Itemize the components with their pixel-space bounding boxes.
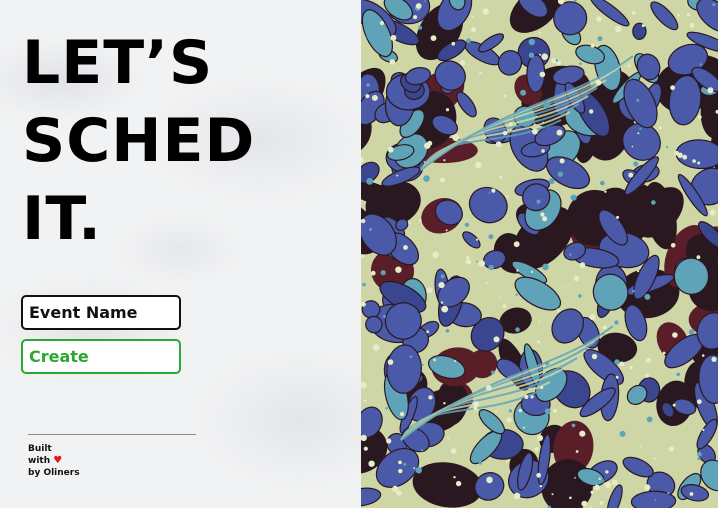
- footer-divider: [28, 434, 196, 435]
- left-panel: LET’S SCHED IT. Create Built with ♥ by O…: [0, 0, 361, 508]
- footer-with-text: with: [28, 456, 51, 466]
- title-line-1: LET’S: [22, 28, 214, 98]
- title-line-3: IT.: [22, 184, 102, 254]
- title-line-2: SCHED: [22, 106, 256, 176]
- marble-art: [361, 0, 718, 508]
- create-button[interactable]: Create: [21, 339, 181, 374]
- footer-line-built: Built: [28, 444, 52, 454]
- marbled-paper-image: [361, 0, 718, 508]
- footer-line-with: with ♥: [28, 455, 80, 467]
- footer-line-oliners: by Oliners: [28, 468, 80, 478]
- page-title: LET’S SCHED IT.: [22, 24, 255, 258]
- heart-icon: ♥: [53, 455, 63, 466]
- landing-page: LET’S SCHED IT. Create Built with ♥ by O…: [0, 0, 718, 508]
- event-name-input[interactable]: [21, 295, 181, 330]
- footer-credit: Built with ♥ by Oliners: [28, 443, 80, 479]
